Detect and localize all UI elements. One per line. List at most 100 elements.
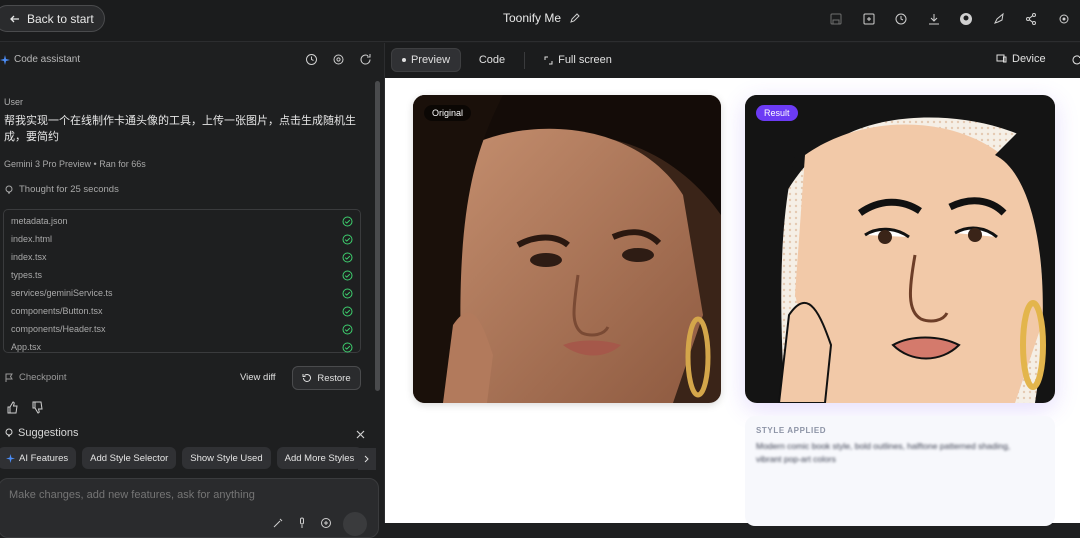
tab-full-screen[interactable]: Full screen (538, 48, 618, 72)
thumbs-down-icon[interactable] (31, 401, 44, 414)
file-row[interactable]: index.tsx (4, 248, 360, 266)
tab-code[interactable]: Code (467, 48, 517, 72)
expand-icon (544, 56, 553, 65)
user-label: User (4, 97, 23, 107)
file-row[interactable]: components/Button.tsx (4, 302, 360, 320)
file-row[interactable]: index.html (4, 230, 360, 248)
github-icon[interactable] (950, 10, 983, 28)
checkpoint: Checkpoint (4, 372, 67, 383)
settings-gear-icon[interactable] (332, 53, 345, 71)
app-title[interactable]: Toonify Me (503, 11, 581, 25)
close-suggestions-button[interactable] (355, 427, 366, 445)
preview-panel: Preview Code Full screen Device (385, 43, 1080, 523)
check-circle-icon (342, 342, 353, 353)
thought-label: Thought for 25 seconds (19, 184, 119, 195)
history-icon[interactable] (885, 10, 918, 28)
refresh-icon[interactable] (359, 53, 372, 71)
tab-full-screen-label: Full screen (558, 54, 612, 66)
toolbar-divider (524, 52, 525, 69)
device-selector[interactable]: Device (996, 53, 1046, 65)
suggestions-header: Suggestions (4, 427, 79, 439)
refresh-preview-button[interactable] (1071, 53, 1080, 71)
check-circle-icon (342, 234, 353, 245)
suggestion-chip[interactable]: Show Style Used (182, 447, 270, 469)
file-row[interactable]: metadata.json (4, 212, 360, 230)
run-time: Ran for 66s (99, 159, 146, 169)
thumbs-up-icon[interactable] (6, 401, 19, 414)
device-icon (996, 54, 1007, 64)
preview-toolbar: Preview Code Full screen Device (385, 43, 1080, 78)
suggestion-chip[interactable]: Add More Styles (277, 447, 363, 469)
sparkle-icon (0, 55, 10, 65)
model-info: Gemini 3 Pro Preview • Ran for 66s (4, 159, 146, 169)
user-message: 帮我实现一个在线制作卡通头像的工具，上传一张图片，点击生成随机生成，要简约 (4, 113, 364, 145)
tab-preview-label: Preview (411, 54, 450, 66)
check-circle-icon (342, 288, 353, 299)
original-photo (413, 95, 721, 403)
tab-code-label: Code (479, 54, 505, 66)
file-list: metadata.json index.html index.tsx types… (3, 209, 361, 353)
composer-tools (272, 517, 332, 529)
suggestion-chip[interactable]: Add Style Selector (82, 447, 176, 469)
suggestions-title: Suggestions (18, 427, 79, 439)
chevron-right-icon (363, 455, 371, 463)
tab-preview[interactable]: Preview (391, 48, 461, 72)
top-bar: Back to start Toonify Me (0, 0, 1080, 42)
feedback-buttons (6, 401, 44, 414)
settings-icon[interactable] (1048, 10, 1080, 28)
prompt-input[interactable] (9, 489, 369, 501)
send-button[interactable] (343, 512, 367, 536)
history-icon[interactable] (305, 53, 318, 71)
app-preview-canvas: Original (385, 78, 1080, 523)
style-applied-label: STYLE APPLIED (756, 426, 826, 435)
close-icon (355, 429, 366, 440)
edit-pencil-icon[interactable] (569, 12, 581, 24)
code-assistant-panel: Code assistant User 帮我实现一个在线制作卡通头像的工具，上传… (0, 43, 385, 523)
restore-button[interactable]: Restore (292, 366, 361, 390)
chat-scrollbar[interactable] (375, 81, 380, 391)
suggestion-chips: AI Features Add Style Selector Show Styl… (0, 447, 376, 471)
header-icon-group (820, 10, 1080, 28)
chips-scroll-right[interactable] (358, 448, 376, 470)
microphone-icon[interactable] (296, 517, 308, 529)
restore-icon (302, 373, 312, 383)
style-applied-card: STYLE APPLIED Modern comic book style, b… (745, 416, 1055, 526)
file-row[interactable]: services/geminiService.ts (4, 284, 360, 302)
style-applied-text: Modern comic book style, bold outlines, … (756, 440, 1026, 466)
deploy-rocket-icon[interactable] (983, 10, 1016, 28)
preview-icon[interactable] (853, 10, 886, 28)
back-to-start-button[interactable]: Back to start (0, 5, 105, 32)
code-assistant-header: Code assistant (0, 54, 80, 65)
arrow-left-icon (9, 13, 21, 25)
sparkle-icon (6, 454, 15, 463)
share-icon[interactable] (1015, 10, 1048, 28)
back-to-start-label: Back to start (27, 12, 94, 26)
app-title-text: Toonify Me (503, 11, 561, 25)
restore-label: Restore (317, 373, 350, 384)
view-diff-link[interactable]: View diff (240, 372, 276, 383)
original-image-card: Original (413, 95, 721, 403)
check-circle-icon (342, 252, 353, 263)
result-badge: Result (756, 105, 798, 121)
check-circle-icon (342, 216, 353, 227)
file-row[interactable]: types.ts (4, 266, 360, 284)
download-icon[interactable] (918, 10, 951, 28)
magic-wand-icon[interactable] (272, 517, 284, 529)
composer (0, 478, 379, 538)
check-circle-icon (342, 306, 353, 317)
code-assistant-actions (305, 53, 372, 71)
check-circle-icon (342, 270, 353, 281)
save-icon[interactable] (820, 10, 853, 28)
thought-summary[interactable]: Thought for 25 seconds (4, 184, 119, 195)
original-badge: Original (424, 105, 471, 121)
device-label: Device (1012, 53, 1046, 65)
result-image-card: Result (745, 95, 1055, 403)
add-circle-icon[interactable] (320, 517, 332, 529)
result-cartoon-image (745, 95, 1055, 403)
file-row[interactable]: App.tsx (4, 338, 360, 356)
file-row[interactable]: components/Header.tsx (4, 320, 360, 338)
checkpoint-label: Checkpoint (19, 372, 67, 383)
suggestion-chip-ai-features[interactable]: AI Features (0, 447, 76, 469)
active-dot (402, 58, 406, 62)
refresh-icon (1071, 54, 1080, 66)
